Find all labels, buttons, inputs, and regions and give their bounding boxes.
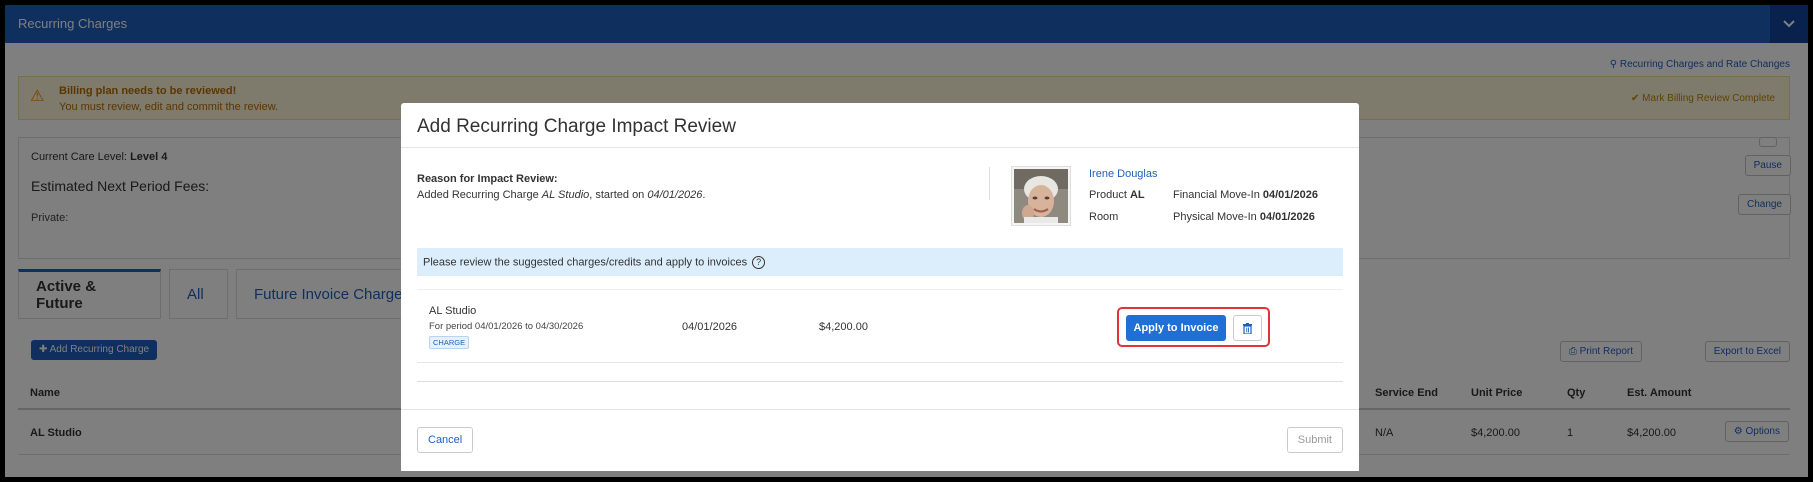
- submit-button[interactable]: Submit: [1286, 427, 1343, 453]
- product-row: Product AL: [1089, 189, 1145, 201]
- product-label: Product: [1089, 189, 1127, 201]
- reason-date: 04/01/2026: [647, 189, 703, 201]
- financial-move-in: Financial Move-In 04/01/2026: [1173, 189, 1318, 201]
- modal-title: Add Recurring Charge Impact Review: [417, 116, 736, 137]
- cancel-button[interactable]: Cancel: [417, 427, 474, 453]
- reason-mid: , started on: [589, 189, 648, 201]
- resident-name-link[interactable]: Irene Douglas: [1089, 168, 1158, 180]
- screenshot-frame: Recurring Charges ⚲ Recurring Charges an…: [0, 0, 1813, 482]
- charge-date: 04/01/2026: [682, 321, 738, 333]
- charge-name: AL Studio: [429, 305, 477, 317]
- divider: [989, 167, 990, 200]
- charge-amount: $4,200.00: [819, 321, 868, 333]
- suggested-charge-row: AL Studio For period 04/01/2026 to 04/30…: [417, 289, 1343, 363]
- reason-end: .: [702, 189, 706, 201]
- page: Recurring Charges ⚲ Recurring Charges an…: [5, 5, 1808, 477]
- physical-move-in-value: 04/01/2026: [1259, 211, 1315, 223]
- charge-period: For period 04/01/2026 to 04/30/2026: [429, 321, 584, 332]
- charge-badge: CHARGE: [429, 336, 470, 349]
- apply-to-invoice-button[interactable]: Apply to Invoice: [1126, 315, 1226, 341]
- modal-footer: Cancel Submit: [401, 409, 1359, 471]
- highlight-box: Apply to Invoice: [1117, 307, 1270, 347]
- reason-charge: AL Studio: [541, 189, 590, 201]
- financial-move-in-value: 04/01/2026: [1262, 189, 1318, 201]
- reason-prefix: Added Recurring Charge: [417, 189, 542, 201]
- product-value: AL: [1129, 189, 1145, 201]
- physical-move-in-label: Physical Move-In: [1173, 211, 1257, 223]
- info-text: Please review the suggested charges/cred…: [423, 256, 748, 269]
- financial-move-in-label: Financial Move-In: [1173, 189, 1260, 201]
- reason-heading: Reason for Impact Review:: [417, 173, 558, 185]
- delete-button[interactable]: [1233, 315, 1262, 341]
- resident-avatar: [1011, 166, 1071, 226]
- reason-text: Added Recurring Charge AL Studio, starte…: [417, 189, 705, 201]
- physical-move-in: Physical Move-In 04/01/2026: [1173, 211, 1315, 223]
- info-text-wrap: Please review the suggested charges/cred…: [423, 256, 766, 269]
- impact-review-modal: Add Recurring Charge Impact Review Reaso…: [401, 103, 1359, 471]
- help-icon[interactable]: ?: [752, 256, 766, 269]
- modal-header: Add Recurring Charge Impact Review: [401, 103, 1359, 148]
- trash-icon: [1243, 322, 1252, 334]
- divider: [417, 381, 1343, 382]
- info-banner: Please review the suggested charges/cred…: [417, 248, 1343, 276]
- room-label: Room: [1089, 211, 1119, 223]
